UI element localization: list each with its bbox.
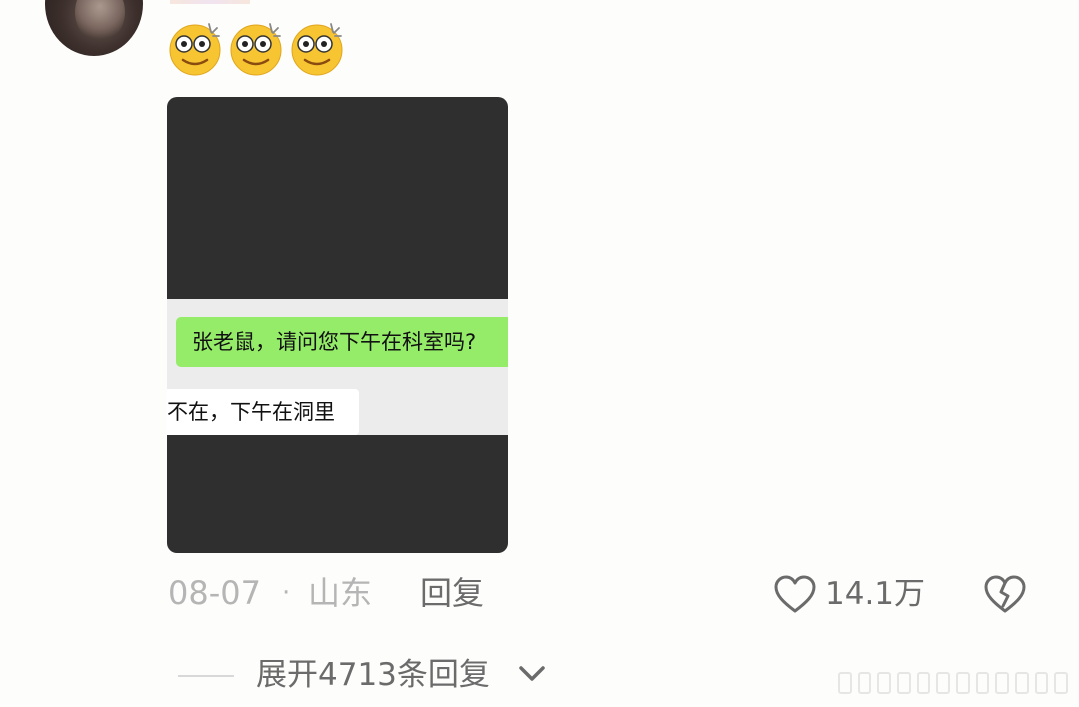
watermark-decoration bbox=[838, 668, 1069, 698]
username-fragment bbox=[170, 0, 250, 4]
dizzy-face-emoji bbox=[230, 23, 282, 76]
heart-outline-icon bbox=[774, 575, 816, 613]
meta-separator: · bbox=[282, 578, 291, 608]
like-button[interactable]: 14.1万 bbox=[773, 572, 925, 616]
chat-bubble-sent: 张老鼠，请问您下午在科室吗? bbox=[176, 317, 508, 367]
broken-heart-icon[interactable] bbox=[983, 574, 1027, 614]
chat-screenshot-strip: 张老鼠，请问您下午在科室吗? 不在，下午在洞里 bbox=[167, 299, 508, 435]
chevron-down-icon[interactable] bbox=[518, 664, 546, 684]
comment-location: 山东 bbox=[308, 574, 373, 612]
expand-divider-line bbox=[178, 675, 234, 677]
comment-date: 08-07 bbox=[168, 574, 261, 612]
chat-bubble-received: 不在，下午在洞里 bbox=[167, 389, 359, 435]
dizzy-face-emoji bbox=[169, 23, 221, 76]
reply-button[interactable]: 回复 bbox=[420, 568, 484, 618]
comment-image[interactable]: 张老鼠，请问您下午在科室吗? 不在，下午在洞里 bbox=[167, 97, 508, 553]
dizzy-face-emoji bbox=[291, 23, 343, 76]
comment-emoji-row bbox=[165, 18, 347, 80]
user-avatar[interactable] bbox=[45, 0, 143, 56]
expand-replies-button[interactable]: 展开4713条回复 bbox=[256, 651, 490, 699]
like-count: 14.1万 bbox=[825, 576, 926, 612]
